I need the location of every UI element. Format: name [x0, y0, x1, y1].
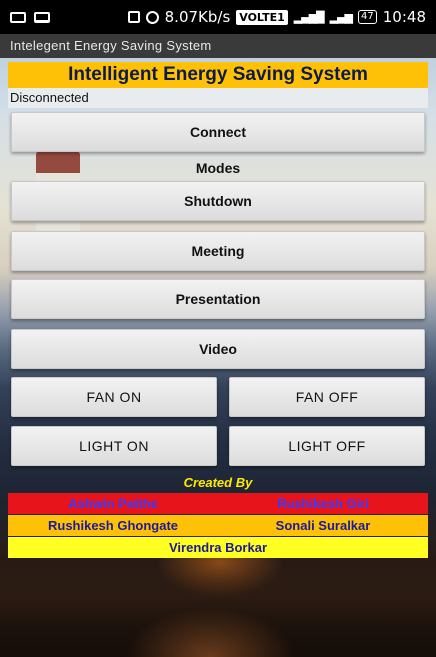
credit-name: Ashwin Patthe [68, 496, 158, 511]
light-off-button[interactable]: LIGHT OFF [229, 426, 425, 466]
credits-row-3: Virendra Borkar [8, 537, 428, 558]
alarm-icon [145, 10, 159, 24]
connection-status: Disconnected [8, 88, 428, 108]
clock: 10:48 [382, 8, 426, 26]
page-title: Intelligent Energy Saving System [8, 62, 428, 88]
image-notification-icon [10, 11, 26, 23]
shutdown-button[interactable]: Shutdown [11, 181, 425, 221]
presentation-button[interactable]: Presentation [11, 279, 425, 319]
light-on-button[interactable]: LIGHT ON [11, 426, 217, 466]
screen-cast-icon [34, 11, 50, 23]
credit-name: Sonali Suralkar [275, 518, 371, 533]
battery-icon: 47 [358, 10, 377, 24]
video-button[interactable]: Video [11, 329, 425, 369]
vibrate-icon [127, 11, 140, 23]
fan-on-button[interactable]: FAN ON [11, 377, 217, 417]
connect-button[interactable]: Connect [11, 112, 425, 152]
signal-icon: ▂▄▆█ [293, 10, 325, 24]
app-title-bar: Intelegent Energy Saving System [0, 34, 436, 58]
created-by-label: Created By [183, 475, 253, 490]
network-speed: 8.07Kb/s [164, 8, 231, 26]
credits-row-1: Ashwin Patthe Rushikesh Giri [8, 493, 428, 514]
fan-off-button[interactable]: FAN OFF [229, 377, 425, 417]
meeting-button[interactable]: Meeting [11, 231, 425, 271]
credit-name: Virendra Borkar [168, 540, 268, 555]
credit-name: Rushikesh Giri [277, 496, 369, 511]
status-bar: 8.07Kb/s VOLTE1 ▂▄▆█ ▂▄▆ 47 10:48 [0, 0, 436, 34]
modes-label: Modes [195, 160, 241, 176]
credits-row-2: Rushikesh Ghongate Sonali Suralkar [8, 515, 428, 536]
credit-name: Rushikesh Ghongate [47, 518, 179, 533]
volte-badge: VOLTE1 [236, 9, 288, 25]
signal-icon-2: ▂▄▆ [329, 10, 353, 24]
